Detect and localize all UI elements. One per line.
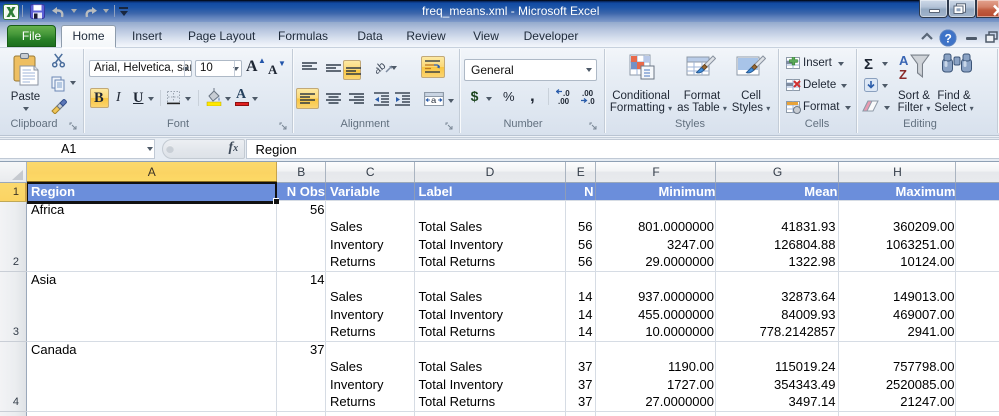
svg-text:.00: .00 bbox=[558, 97, 570, 106]
svg-text:.0: .0 bbox=[588, 97, 595, 106]
svg-text:ab: ab bbox=[376, 60, 388, 75]
svg-text:?: ? bbox=[945, 32, 952, 46]
svg-text:Z: Z bbox=[899, 67, 907, 81]
svg-text:A: A bbox=[899, 53, 909, 68]
svg-text:a: a bbox=[431, 96, 436, 105]
